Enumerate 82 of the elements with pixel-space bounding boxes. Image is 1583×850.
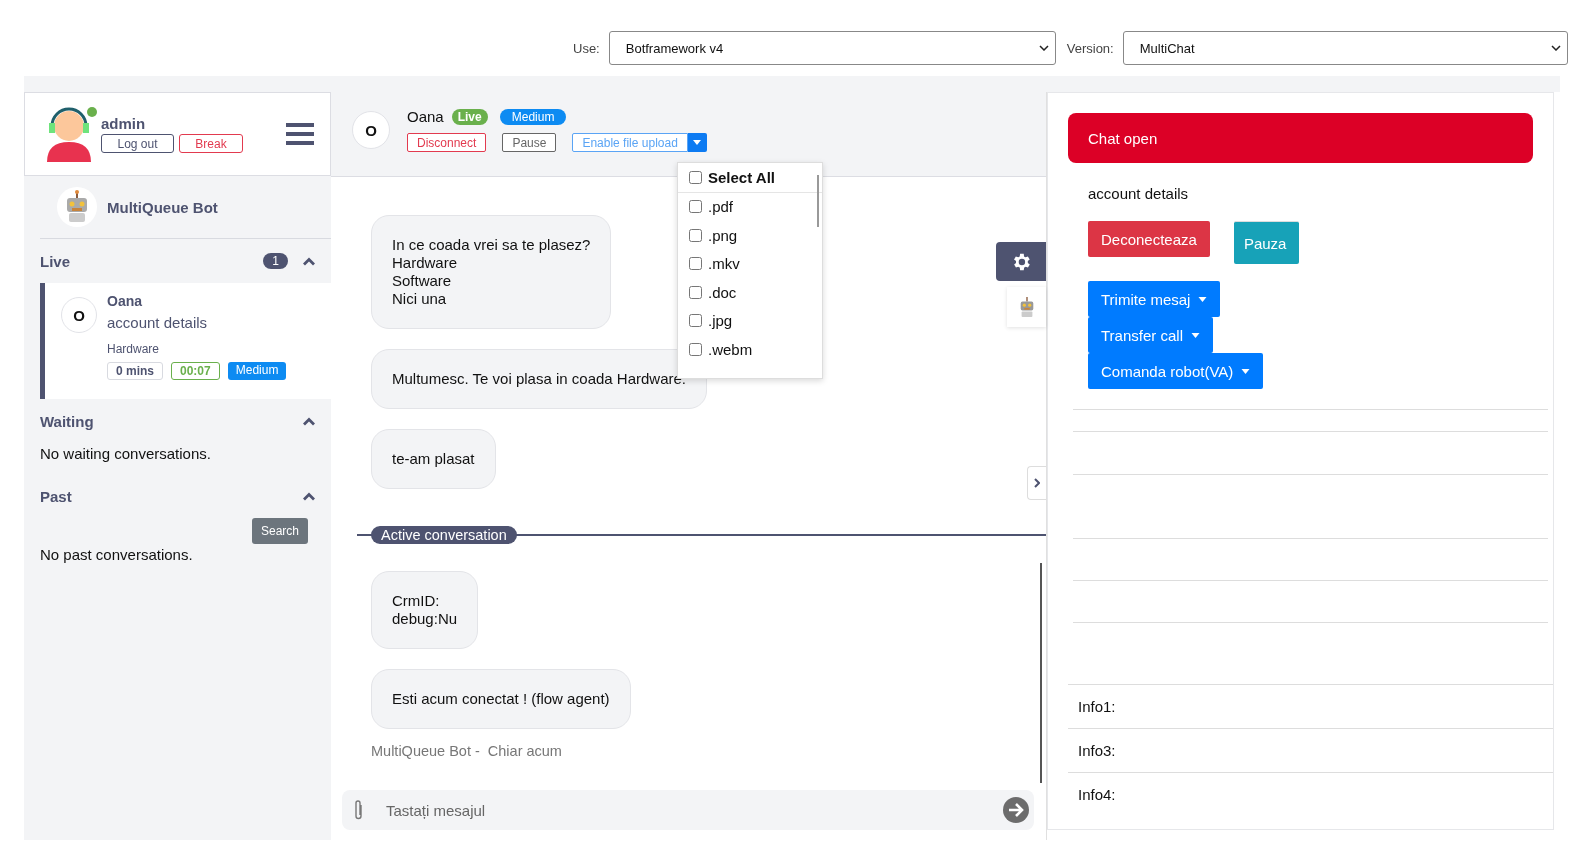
log-out-button[interactable]: Log out (101, 134, 174, 153)
version-label: Version: (1066, 40, 1114, 56)
checkbox[interactable] (689, 200, 702, 214)
agent-name: admin (101, 115, 147, 132)
menu-icon[interactable] (286, 122, 314, 146)
chevron-icon[interactable] (302, 416, 316, 426)
count-badge: 1 (263, 253, 288, 269)
message-composer[interactable]: Tastați mesajul (342, 790, 1034, 830)
message-sender: MultiQueue Bot - (371, 743, 480, 759)
status-badge: Live (451, 108, 488, 125)
break-button[interactable]: Break (179, 134, 243, 153)
file-type-label[interactable]: .mkv (708, 255, 740, 273)
conversation-item[interactable]: O Oana account details Hardware 0 mins 00:07 Medium (40, 283, 331, 399)
search-button[interactable]: Search (251, 518, 308, 544)
caret-icon (1190, 332, 1200, 338)
checkbox[interactable] (689, 342, 702, 356)
contact-initial: O (61, 297, 97, 333)
contact-name: Oana (407, 108, 444, 125)
robot-icon (57, 187, 97, 227)
select-all-label[interactable]: Select All (708, 168, 775, 186)
chevron-down-icon (1550, 45, 1561, 51)
info-label: Info4: (1078, 786, 1116, 803)
divider-label: Active conversation (371, 526, 517, 544)
conversation-subject: account details (1088, 185, 1190, 202)
checkbox[interactable] (689, 314, 702, 328)
message-bubble: In ce coada vrei sa te plasez? Hardware Software Nici una (371, 215, 612, 329)
conversation-tag: 0 mins (107, 362, 163, 380)
message-time: Chiar acum (487, 743, 562, 759)
settings-button[interactable] (996, 242, 1046, 281)
queue-label: Hardware (107, 342, 161, 356)
dropdown-toggle[interactable] (687, 133, 707, 152)
empty-message: No waiting conversations. (40, 445, 212, 462)
file-type-label[interactable]: .doc (708, 283, 737, 301)
action-button[interactable]: Deconecteaza (1088, 221, 1210, 257)
checkbox[interactable] (689, 285, 702, 299)
bot-name: MultiQueue Bot (107, 198, 218, 216)
use-select[interactable]: Botframework v4 (608, 31, 1056, 65)
file-type-label[interactable]: .jpg (708, 312, 733, 330)
collapse-button[interactable] (1027, 466, 1046, 500)
conversation-tag: 00:07 (171, 362, 220, 380)
use-label: Use: (573, 40, 600, 56)
chevron-down-icon (1038, 45, 1049, 51)
scrollbar[interactable] (1040, 563, 1042, 783)
status-banner: Chat open (1068, 113, 1533, 163)
caret-icon (1198, 296, 1208, 302)
send-icon[interactable] (1002, 796, 1030, 824)
info-label: Info1: (1078, 698, 1116, 715)
disconnect-button[interactable]: Disconnect (407, 133, 487, 152)
chevron-icon[interactable] (302, 491, 316, 501)
chevron-right-icon (1034, 478, 1040, 488)
conversation-subject: account details (107, 314, 209, 331)
message-bubble: Esti acum conectat ! (flow agent) (371, 669, 631, 729)
section-title: Waiting (40, 412, 95, 430)
info-label: Info3: (1078, 742, 1116, 759)
dropdown-button[interactable]: Trimite mesaj (1088, 281, 1221, 317)
conversation-tag: Medium (227, 362, 287, 380)
contact-name: Oana (107, 293, 143, 309)
dropdown-button[interactable]: Transfer call (1088, 317, 1213, 353)
dropdown-button[interactable]: Comanda robot(VA) (1088, 353, 1264, 389)
message-bubble: CrmID: debug:Nu (371, 571, 479, 649)
bot-button[interactable] (1007, 287, 1046, 327)
checkbox[interactable] (689, 170, 702, 184)
message-bubble: Multumesc. Te voi plasa in coada Hardware. (371, 349, 708, 409)
checkbox[interactable] (689, 228, 702, 242)
chevron-icon[interactable] (302, 256, 316, 266)
file-type-label[interactable]: .png (708, 226, 738, 244)
empty-message: No past conversations. (40, 546, 194, 563)
pause-button[interactable]: Pause (502, 133, 557, 152)
section-title: Live (40, 252, 71, 270)
status-badge: Medium (499, 108, 567, 125)
file-type-label[interactable]: .pdf (708, 198, 734, 216)
caret-icon (1241, 368, 1251, 374)
file-type-label[interactable]: .webm (708, 340, 753, 358)
message-field[interactable]: Tastați mesajul (384, 800, 982, 820)
contact-initial: O (352, 111, 390, 149)
caret-icon (693, 140, 702, 145)
attachment-icon[interactable] (354, 799, 364, 821)
message-bubble: te-am plasat (371, 429, 496, 489)
section-title: Past (40, 487, 73, 505)
scrollbar[interactable] (817, 175, 819, 227)
checkbox[interactable] (689, 257, 702, 271)
version-select[interactable]: MultiChat (1122, 31, 1568, 65)
